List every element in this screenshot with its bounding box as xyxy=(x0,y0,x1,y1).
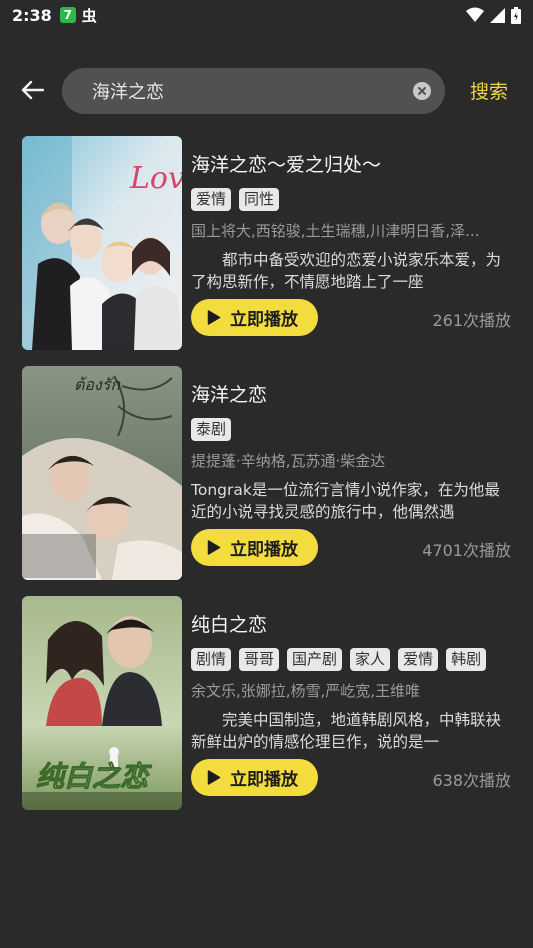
poster-logo-text: 纯白之恋 xyxy=(36,760,152,793)
search-bar: 搜索 xyxy=(0,66,533,114)
genre-tag[interactable]: 同性 xyxy=(239,188,280,211)
play-now-label: 立即播放 xyxy=(230,310,298,330)
result-card[interactable]: Love S 海洋之恋～爱之归处～ 爱情 同性 国上将大,西铭骏, xyxy=(22,136,517,350)
result-actions: 立即播放 638次播放 xyxy=(191,759,511,796)
result-info: 海洋之恋 泰剧 提提蓬·辛纳格,瓦苏通·柴金达 Tongrak是一位流行言情小说… xyxy=(191,380,511,523)
play-now-button[interactable]: 立即播放 xyxy=(191,299,318,336)
genre-tag[interactable]: 泰剧 xyxy=(191,418,232,441)
genre-tag[interactable]: 韩剧 xyxy=(446,648,487,671)
result-info: 纯白之恋 剧情 哥哥 国产剧 家人 爱情 韩剧 余文乐,张娜拉,杨雪,严屹宽,王… xyxy=(191,610,511,753)
status-time: 2:38 xyxy=(12,5,52,25)
result-description: 都市中备受欢迎的恋爱小说家乐本爱，为了构思新作，不情愿地踏上了一座 xyxy=(191,251,502,291)
play-icon xyxy=(207,310,221,325)
cast-list: 余文乐,张娜拉,杨雪,严屹宽,王维唯 xyxy=(191,682,421,700)
arrow-left-icon xyxy=(21,80,44,100)
result-info: 海洋之恋～爱之归处～ 爱情 同性 国上将大,西铭骏,土生瑞穗,川津明日香,泽..… xyxy=(191,150,511,293)
play-icon xyxy=(207,770,221,785)
result-title[interactable]: 海洋之恋～爱之归处～ xyxy=(191,150,511,177)
poster-image[interactable]: Love S xyxy=(22,136,182,350)
tag-list: 泰剧 xyxy=(191,418,511,442)
status-indicators xyxy=(466,6,521,24)
genre-tag[interactable]: 剧情 xyxy=(191,648,232,671)
cast-list: 提提蓬·辛纳格,瓦苏通·柴金达 xyxy=(191,452,386,470)
search-box xyxy=(62,68,445,114)
app-notification-icon: 7 xyxy=(59,7,76,23)
clear-search-button[interactable] xyxy=(413,82,431,100)
poster-image[interactable]: 纯白之恋 xyxy=(22,596,182,810)
poster-logo-text: ต้องรัก xyxy=(74,375,121,394)
play-count: 4701次播放 xyxy=(422,541,511,560)
poster-image[interactable]: ต้องรัก xyxy=(22,366,182,580)
result-title[interactable]: 纯白之恋 xyxy=(191,610,511,637)
result-card[interactable]: ต้องรัก 海洋之恋 泰剧 提提蓬·辛纳格,瓦苏通·柴金达 Tongrak是… xyxy=(22,366,517,580)
play-icon xyxy=(207,540,221,555)
genre-tag[interactable]: 国产剧 xyxy=(287,648,343,671)
result-card[interactable]: 纯白之恋 纯白之恋 剧情 哥哥 国产剧 家人 爱情 韩剧 余文乐,张娜拉,杨雪,… xyxy=(22,596,517,810)
genre-tag[interactable]: 爱情 xyxy=(398,648,439,671)
status-bar: 2:38 7 虫 xyxy=(0,0,533,30)
search-input[interactable] xyxy=(92,80,413,102)
back-button[interactable] xyxy=(16,74,48,106)
play-count: 261次播放 xyxy=(432,311,511,330)
bug-notification-icon: 虫 xyxy=(81,6,97,25)
result-description: Tongrak是一位流行言情小说作家，在为他最近的小说寻找灵感的旅行中，他偶然遇 xyxy=(191,481,500,521)
signal-icon xyxy=(490,7,505,23)
play-now-button[interactable]: 立即播放 xyxy=(191,529,318,566)
cast-list: 国上将大,西铭骏,土生瑞穗,川津明日香,泽... xyxy=(191,222,480,240)
poster-logo-text: Love S xyxy=(129,161,182,196)
play-count: 638次播放 xyxy=(432,771,511,790)
tag-list: 剧情 哥哥 国产剧 家人 爱情 韩剧 xyxy=(191,648,511,672)
result-description: 完美中国制造，地道韩剧风格，中韩联袂新鲜出炉的情感伦理巨作，说的是一 xyxy=(191,711,502,751)
search-button[interactable]: 搜索 xyxy=(470,77,508,104)
wifi-icon xyxy=(466,7,484,22)
tag-list: 爱情 同性 xyxy=(191,188,511,212)
battery-icon xyxy=(511,6,521,24)
play-now-label: 立即播放 xyxy=(230,540,298,560)
close-icon xyxy=(418,87,426,95)
result-title[interactable]: 海洋之恋 xyxy=(191,380,511,407)
genre-tag[interactable]: 家人 xyxy=(350,648,391,671)
play-now-button[interactable]: 立即播放 xyxy=(191,759,318,796)
play-now-label: 立即播放 xyxy=(230,770,298,790)
result-actions: 立即播放 261次播放 xyxy=(191,299,511,336)
genre-tag[interactable]: 爱情 xyxy=(191,188,232,211)
result-actions: 立即播放 4701次播放 xyxy=(191,529,511,566)
genre-tag[interactable]: 哥哥 xyxy=(239,648,280,671)
